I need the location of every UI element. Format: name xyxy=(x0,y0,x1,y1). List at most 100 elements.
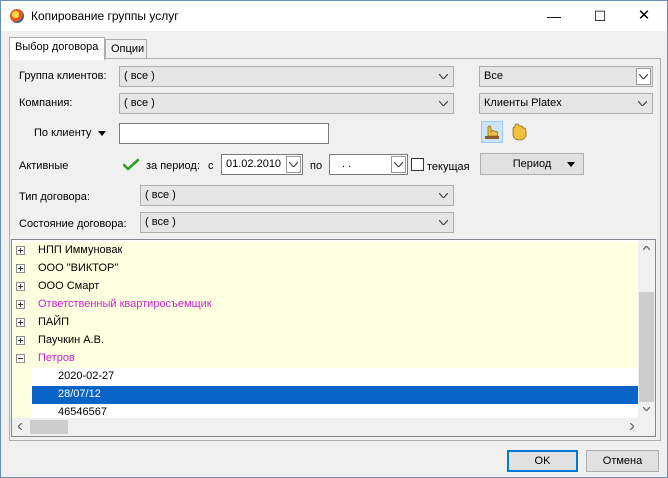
vertical-scrollbar[interactable] xyxy=(638,240,655,418)
tree-row-label: ООО "ВИКТОР" xyxy=(38,262,119,274)
client-group-label: Группа клиентов: xyxy=(19,70,107,82)
collapse-minus-icon[interactable] xyxy=(16,354,25,363)
by-client-input[interactable] xyxy=(119,123,329,144)
tree-row-content: 28/07/12 xyxy=(32,386,640,404)
tree-gutter xyxy=(12,386,32,404)
client-group-select[interactable]: ( все ) xyxy=(119,66,454,87)
tree-leaf-row[interactable]: 2020-02-27 xyxy=(12,368,640,386)
tree-group-row[interactable]: Петров xyxy=(12,350,640,368)
expand-plus-icon[interactable] xyxy=(16,300,25,309)
from-date-picker[interactable]: 01.02.2010 xyxy=(221,154,303,175)
tree-gutter xyxy=(12,404,32,418)
hand-grab-button[interactable] xyxy=(508,121,530,143)
tree-gutter xyxy=(12,350,32,368)
dialog-window: Копирование группы услуг — ☐ ✕ Выбор дог… xyxy=(0,0,668,478)
tree-leaf-row[interactable]: 46546567 xyxy=(12,404,640,418)
active-label: Активные xyxy=(19,160,69,172)
tab-contract-select[interactable]: Выбор договора xyxy=(9,37,105,60)
expand-plus-icon[interactable] xyxy=(16,318,25,327)
by-client-dropdown[interactable]: По клиенту xyxy=(34,127,106,139)
company-label: Компания: xyxy=(19,97,73,109)
tree-gutter xyxy=(12,314,32,332)
tree-row-label: Паучкин А.В. xyxy=(38,334,105,346)
expand-plus-icon[interactable] xyxy=(16,282,25,291)
current-checkbox[interactable] xyxy=(411,158,424,171)
cancel-button[interactable]: Отмена xyxy=(586,450,659,472)
tree-row-label: НПП Иммуновак xyxy=(38,244,123,256)
minimize-button[interactable]: — xyxy=(531,1,577,31)
tree-row-content: НПП Иммуновак xyxy=(32,242,640,260)
maximize-button[interactable]: ☐ xyxy=(577,1,623,31)
horizontal-scroll-thumb[interactable] xyxy=(30,420,68,434)
chevron-down-icon xyxy=(391,156,406,173)
tree-row-label: ПАЙП xyxy=(38,316,70,328)
contract-type-select[interactable]: ( все ) xyxy=(140,185,454,206)
tree-row-content: 2020-02-27 xyxy=(32,368,640,386)
tree-gutter xyxy=(12,368,32,386)
client-group-right-value: Все xyxy=(484,70,503,82)
current-label: текущая xyxy=(427,161,470,173)
tab-options[interactable]: Опции xyxy=(105,39,147,59)
tree-group-row[interactable]: Ответственный квартиросъемщик xyxy=(12,296,640,314)
app-icon xyxy=(10,9,24,23)
tree-gutter xyxy=(12,278,32,296)
tree-row-content: Ответственный квартиросъемщик xyxy=(32,296,640,314)
tree-row-content: ПАЙП xyxy=(32,314,640,332)
from-date-value: 01.02.2010 xyxy=(226,158,282,170)
chevron-down-icon xyxy=(286,156,301,173)
hand-grab-icon xyxy=(512,123,527,141)
tree-group-row[interactable]: ООО Смарт xyxy=(12,278,640,296)
client-group-right-select[interactable]: Все xyxy=(479,66,653,87)
ok-button[interactable]: OK xyxy=(507,450,578,472)
company-right-select[interactable]: Клиенты Platex xyxy=(479,93,653,114)
tree-gutter xyxy=(12,296,32,314)
triangle-down-icon xyxy=(567,162,575,167)
company-right-value: Клиенты Platex xyxy=(484,97,562,109)
tree-row-label: 28/07/12 xyxy=(58,388,101,400)
company-select[interactable]: ( все ) xyxy=(119,93,454,114)
vertical-scroll-thumb[interactable] xyxy=(639,292,654,402)
contract-type-value: ( все ) xyxy=(145,189,176,201)
contract-tree[interactable]: НПП Иммуновак ООО "ВИКТОР" ООО Смарт Ответс… xyxy=(11,239,656,437)
scroll-left-icon[interactable] xyxy=(12,418,29,435)
client-group-value: ( все ) xyxy=(124,70,155,82)
chevron-down-icon xyxy=(636,68,651,85)
expand-plus-icon[interactable] xyxy=(16,246,25,255)
close-button[interactable]: ✕ xyxy=(621,1,667,31)
scroll-up-icon[interactable] xyxy=(638,240,655,257)
chevron-down-icon xyxy=(438,213,450,232)
tree-group-row[interactable]: ПАЙП xyxy=(12,314,640,332)
to-label: по xyxy=(310,160,323,172)
tree-group-row[interactable]: НПП Иммуновак xyxy=(12,242,640,260)
tree-leaf-row[interactable]: 28/07/12 xyxy=(12,386,640,404)
contract-state-select[interactable]: ( все ) xyxy=(140,212,454,233)
tree-row-content: ООО "ВИКТОР" xyxy=(32,260,640,278)
tree-gutter xyxy=(12,332,32,350)
scroll-corner xyxy=(638,418,655,436)
chevron-down-icon xyxy=(438,186,450,205)
triangle-down-icon xyxy=(97,130,106,136)
contract-type-label: Тип договора: xyxy=(19,191,90,203)
contract-state-value: ( все ) xyxy=(145,216,176,228)
tree-row-label: ООО Смарт xyxy=(38,280,100,292)
chevron-down-icon xyxy=(438,94,450,113)
hand-pick-button[interactable] xyxy=(481,121,503,143)
to-date-value: . . xyxy=(342,158,352,170)
tree-row-label: 46546567 xyxy=(58,406,107,418)
expand-plus-icon[interactable] xyxy=(16,336,25,345)
to-date-picker[interactable]: . . xyxy=(329,154,408,175)
by-client-label: По клиенту xyxy=(34,127,92,139)
tree-group-row[interactable]: Паучкин А.В. xyxy=(12,332,640,350)
tree-rows: НПП Иммуновак ООО "ВИКТОР" ООО Смарт Ответс… xyxy=(12,240,640,418)
horizontal-scrollbar[interactable] xyxy=(12,418,640,436)
tree-row-label: Петров xyxy=(38,352,75,364)
expand-plus-icon[interactable] xyxy=(16,264,25,273)
tree-group-row[interactable]: ООО "ВИКТОР" xyxy=(12,260,640,278)
from-label: с xyxy=(208,160,214,172)
tree-row-label: Ответственный квартиросъемщик xyxy=(38,298,212,310)
contract-state-label: Состояние договора: xyxy=(19,218,127,230)
scroll-down-icon[interactable] xyxy=(638,401,655,418)
tree-row-content: 46546567 xyxy=(32,404,640,418)
tree-row-label: 2020-02-27 xyxy=(58,370,115,382)
period-dropdown-button[interactable]: Период xyxy=(480,153,584,175)
